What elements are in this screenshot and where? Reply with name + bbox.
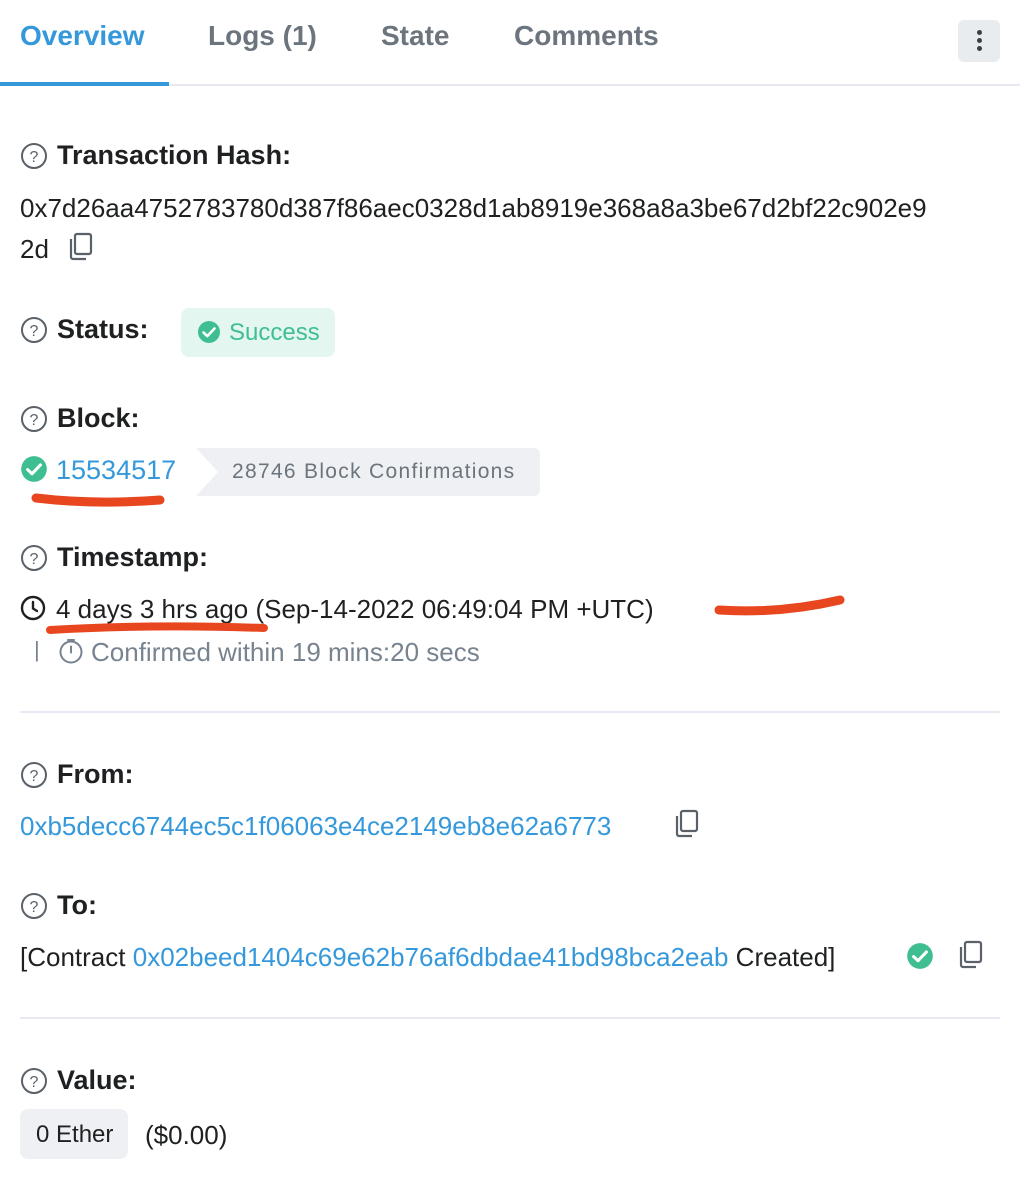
annotation-strike bbox=[714, 595, 845, 616]
more-options-button[interactable] bbox=[958, 20, 1000, 62]
block-label: Block: bbox=[57, 403, 140, 433]
more-dot bbox=[977, 38, 982, 43]
confirmed-within-text: Confirmed within 19 mins:20 secs bbox=[91, 637, 480, 667]
tab-bar: Overview Logs (1) State Comments bbox=[0, 0, 1020, 86]
to-value: [Contract 0x02beed1404c69e62b76af6dbdae4… bbox=[20, 942, 835, 973]
timestamp-value: 4 days 3 hrs ago (Sep-14-2022 06:49:04 P… bbox=[56, 594, 654, 625]
stopwatch-icon bbox=[59, 639, 83, 664]
annotation-overlay bbox=[31, 493, 845, 634]
value-label: Value: bbox=[57, 1065, 137, 1095]
ether-amount-badge: 0 Ether bbox=[20, 1109, 128, 1159]
confirmations-badge: 28746 Block Confirmations bbox=[196, 448, 540, 496]
question-circle-icon[interactable]: ? bbox=[20, 142, 48, 170]
tab-state[interactable]: State bbox=[381, 20, 449, 52]
from-label: From: bbox=[57, 759, 134, 789]
more-dot bbox=[977, 46, 982, 51]
clock-icon bbox=[20, 595, 46, 621]
annotation-underline-timestamp bbox=[46, 622, 268, 634]
copy-icon[interactable] bbox=[672, 809, 700, 839]
status-label: Status: bbox=[57, 314, 149, 344]
separator: | bbox=[34, 637, 40, 662]
status-badge: Success bbox=[181, 308, 335, 357]
section-divider bbox=[20, 1017, 1000, 1019]
tx-hash-value: 0x7d26aa4752783780d387f86aec0328d1ab8919… bbox=[20, 193, 927, 223]
check-circle-icon bbox=[21, 456, 47, 482]
question-circle-icon[interactable]: ? bbox=[20, 1067, 48, 1095]
tab-overview[interactable]: Overview bbox=[20, 20, 145, 52]
svg-text:?: ? bbox=[30, 412, 39, 429]
tab-logs[interactable]: Logs (1) bbox=[208, 20, 317, 52]
timestamp-label: Timestamp: bbox=[57, 542, 209, 572]
ether-amount: 0 Ether bbox=[36, 1121, 114, 1148]
svg-text:?: ? bbox=[30, 551, 39, 568]
tx-hash-label: Transaction Hash: bbox=[57, 140, 292, 170]
question-circle-icon[interactable]: ? bbox=[20, 405, 48, 433]
section-divider bbox=[20, 711, 1000, 713]
question-circle-icon[interactable]: ? bbox=[20, 761, 48, 789]
usd-value: ($0.00) bbox=[145, 1120, 228, 1150]
check-circle-icon bbox=[198, 321, 220, 343]
to-suffix: Created] bbox=[735, 942, 836, 972]
to-label: To: bbox=[57, 890, 97, 920]
svg-text:?: ? bbox=[30, 1074, 39, 1091]
contract-address-link[interactable]: 0x02beed1404c69e62b76af6dbdae41bd98bca2e… bbox=[133, 942, 729, 972]
to-prefix: [Contract bbox=[20, 942, 126, 972]
timestamp-relative: 4 days 3 hrs ago bbox=[56, 594, 249, 624]
more-vertical-icon bbox=[977, 30, 982, 35]
svg-text:?: ? bbox=[30, 323, 39, 340]
from-address-link[interactable]: 0xb5decc6744ec5c1f06063e4ce2149eb8e62a67… bbox=[20, 811, 611, 842]
question-circle-icon[interactable]: ? bbox=[20, 544, 48, 572]
status-value: Success bbox=[229, 319, 320, 346]
check-circle-icon bbox=[907, 943, 933, 969]
copy-icon[interactable] bbox=[66, 232, 94, 262]
copy-icon[interactable] bbox=[956, 940, 984, 970]
active-tab-indicator bbox=[0, 82, 169, 86]
timestamp-absolute: (Sep-14-2022 06:49:04 PM +UTC) bbox=[255, 594, 654, 624]
tab-comments[interactable]: Comments bbox=[514, 20, 659, 52]
annotation-underline-block bbox=[31, 493, 165, 507]
question-circle-icon[interactable]: ? bbox=[20, 892, 48, 920]
block-number-link[interactable]: 15534517 bbox=[56, 455, 176, 486]
question-circle-icon[interactable]: ? bbox=[20, 316, 48, 344]
confirmations-text: 28746 Block Confirmations bbox=[232, 460, 516, 483]
svg-text:?: ? bbox=[30, 899, 39, 916]
svg-text:?: ? bbox=[30, 149, 39, 166]
svg-text:?: ? bbox=[30, 768, 39, 785]
tx-hash-value-cont: 2d bbox=[20, 234, 49, 264]
